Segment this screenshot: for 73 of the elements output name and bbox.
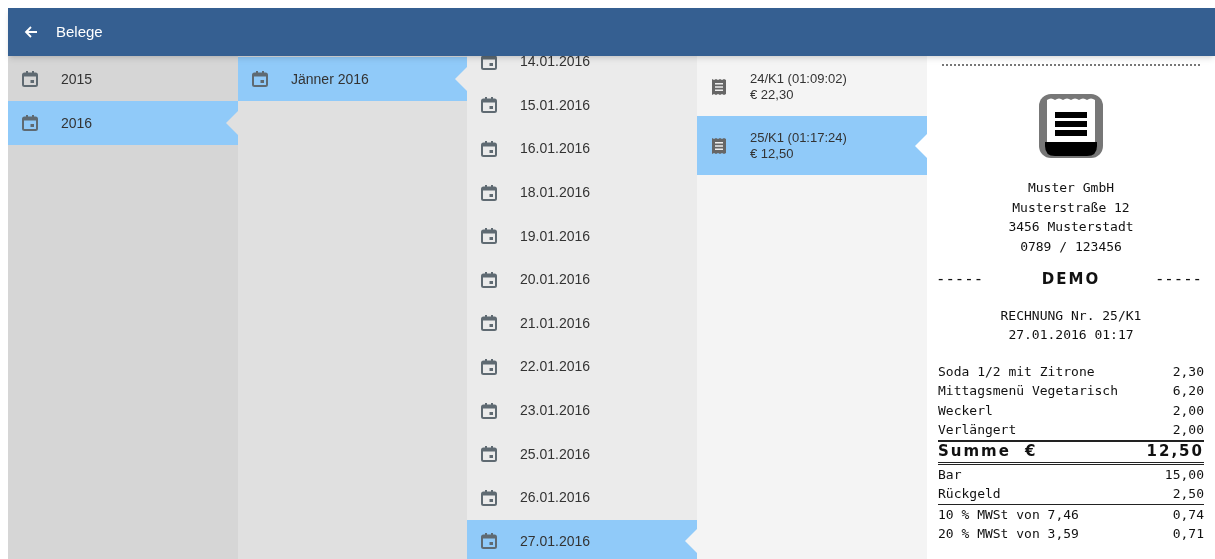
item-price: 2,00 [1172, 421, 1204, 439]
date-label: 15.01.2016 [520, 95, 591, 115]
calendar-icon [480, 270, 498, 289]
payment-amount: 15,00 [1164, 465, 1204, 484]
list-item[interactable]: Jänner 2016 [238, 57, 467, 101]
list-item[interactable]: 27.01.2016 [467, 519, 697, 559]
calendar-icon [480, 140, 498, 158]
pointer-notch [455, 67, 467, 91]
year-label: 2015 [61, 69, 93, 89]
date-label: 21.01.2016 [520, 313, 591, 333]
receipt-title: 25/K1 (01:17:24) [750, 129, 847, 146]
demo-label: DEMO [1041, 270, 1101, 290]
list-item[interactable]: 2016 [8, 101, 238, 145]
calendar-icon [480, 532, 498, 551]
item-name: Soda 1/2 mit Zitrone [938, 362, 1095, 381]
company-line: 3456 Musterstadt [1007, 218, 1135, 236]
app-title: Belege [56, 21, 103, 42]
list-item[interactable]: 25/K1 (01:17:24) € 12,50 [697, 116, 927, 175]
calendar-icon [480, 183, 498, 202]
calendar-icon [480, 445, 498, 464]
date-label: 16.01.2016 [520, 139, 591, 159]
calendar-icon [21, 70, 39, 88]
back-arrow-icon [24, 25, 38, 39]
receipt-icon [710, 77, 728, 96]
dash-line: ----- [938, 270, 986, 290]
calendar-icon [480, 314, 498, 333]
date-label: 27.01.2016 [520, 531, 591, 551]
item-name: Weckerl [938, 401, 993, 420]
month-label: Jänner 2016 [291, 69, 369, 89]
date-label: 25.01.2016 [520, 444, 591, 464]
receipt-amount: € 22,30 [750, 86, 795, 103]
date-label: 14.01.2016 [520, 56, 591, 72]
date-label: 26.01.2016 [520, 488, 591, 508]
year-label: 2016 [61, 113, 93, 133]
payment-name: Bar [938, 465, 962, 484]
date-label: 18.01.2016 [520, 183, 591, 203]
receipt-logo-icon [1037, 92, 1105, 160]
calendar-icon [251, 70, 269, 88]
calendar-icon [480, 96, 498, 115]
company-line: Musterstraße 12 [1011, 198, 1131, 217]
invoice-heading: 27.01.2016 01:17 [1007, 326, 1135, 344]
calendar-icon [480, 56, 498, 71]
item-name: Mittagsmenü Vegetarisch [938, 382, 1118, 400]
dash-line: ----- [1156, 270, 1204, 290]
currency-symbol: € [1024, 441, 1038, 462]
date-label: 20.01.2016 [520, 270, 591, 290]
company-line: 0789 / 123456 [1019, 237, 1123, 256]
total-amount: 12,50 [1146, 441, 1204, 462]
invoice-heading: RECHNUNG Nr. 25/K1 [999, 306, 1143, 325]
date-label: 22.01.2016 [520, 357, 591, 377]
tax-amount: 0,74 [1172, 505, 1204, 524]
item-price: 2,00 [1172, 401, 1204, 420]
item-price: 2,30 [1172, 362, 1204, 381]
calendar-icon [480, 401, 498, 420]
date-label: 19.01.2016 [520, 226, 591, 246]
total-label: Summe [938, 441, 1011, 462]
date-label: 23.01.2016 [520, 401, 591, 421]
tax-name: 10 % MWSt von 7,46 [938, 505, 1079, 524]
calendar-icon [480, 227, 498, 246]
payment-name: Rückgeld [938, 485, 1001, 503]
company-line: Muster GmbH [1026, 179, 1116, 197]
payment-amount: 2,50 [1172, 485, 1204, 503]
calendar-icon [480, 357, 498, 376]
calendar-icon [21, 114, 39, 132]
calendar-icon [480, 488, 498, 507]
receipt-title: 24/K1 (01:09:02) [750, 70, 847, 87]
receipt-icon [710, 136, 728, 155]
item-name: Verlängert [938, 421, 1017, 439]
item-price: 6,20 [1172, 382, 1204, 400]
tax-amount: 0,71 [1172, 525, 1204, 543]
back-button[interactable] [24, 25, 38, 39]
tax-name: 20 % MWSt von 3,59 [938, 525, 1079, 543]
receipt-amount: € 12,50 [750, 145, 795, 162]
